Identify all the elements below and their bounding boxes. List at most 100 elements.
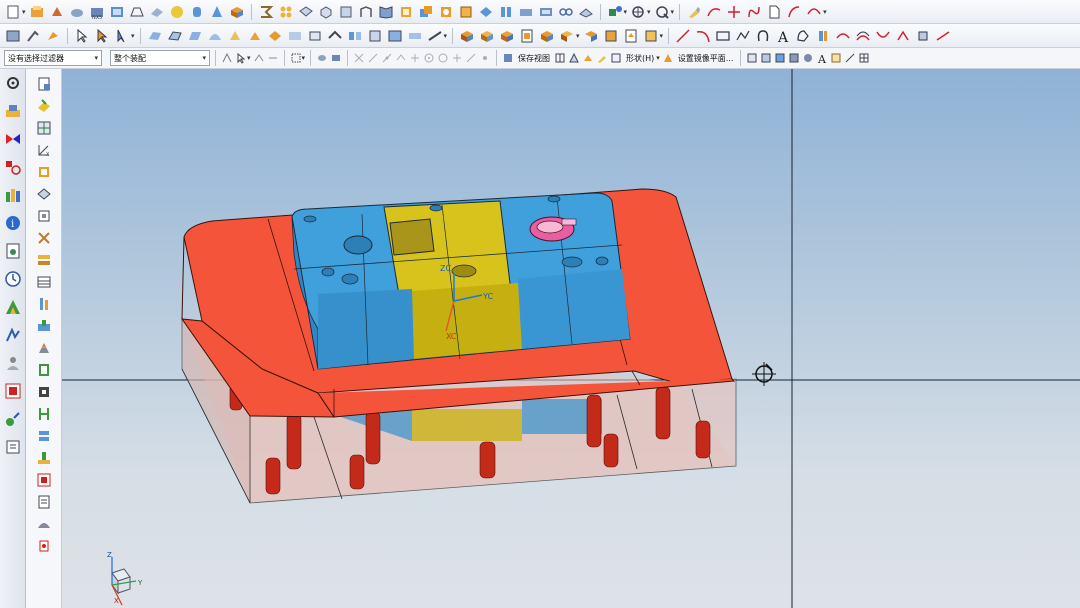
- palette-color-icon[interactable]: [3, 297, 23, 317]
- rectangle-select-icon[interactable]: [290, 52, 302, 64]
- ruled-icon[interactable]: [186, 27, 204, 45]
- spline-icon[interactable]: [745, 3, 763, 21]
- view-edit-icon[interactable]: [596, 52, 608, 64]
- view-section-icon[interactable]: [582, 52, 594, 64]
- wave-icon[interactable]: [93, 27, 111, 45]
- thicken-icon[interactable]: [246, 27, 264, 45]
- patch-icon[interactable]: [366, 27, 384, 45]
- combined-projection-icon[interactable]: [814, 27, 832, 45]
- face-icon[interactable]: [226, 27, 244, 45]
- snap-control-icon[interactable]: [395, 52, 407, 64]
- multi-cavity-icon[interactable]: [128, 3, 146, 21]
- sew-icon[interactable]: [386, 27, 404, 45]
- view-refresh-icon[interactable]: [610, 52, 622, 64]
- snap-line-icon[interactable]: [367, 52, 379, 64]
- snap-midpoint-icon[interactable]: [381, 52, 393, 64]
- split-body-icon[interactable]: [497, 3, 515, 21]
- display-grid-icon[interactable]: [746, 52, 758, 64]
- display-layer-icon[interactable]: [760, 52, 772, 64]
- surface-patch-icon[interactable]: [146, 27, 164, 45]
- parting-icon[interactable]: [24, 27, 42, 45]
- standard-part-icon[interactable]: [35, 273, 53, 291]
- snap-on-face-icon[interactable]: [479, 52, 491, 64]
- mold-drawing-icon[interactable]: [35, 515, 53, 533]
- offset-3d-icon[interactable]: [854, 27, 872, 45]
- view-layout-icon[interactable]: [554, 52, 566, 64]
- save-view-icon[interactable]: [502, 52, 514, 64]
- workpiece-palette-icon[interactable]: X: [35, 141, 53, 159]
- ejector-pin-icon[interactable]: [44, 27, 62, 45]
- text-icon[interactable]: A: [774, 27, 792, 45]
- document-icon[interactable]: [3, 437, 23, 457]
- shrinkage-icon[interactable]: [68, 3, 86, 21]
- mold-tools-7-icon[interactable]: [582, 27, 600, 45]
- system-materials-icon[interactable]: [3, 381, 23, 401]
- isoparametric-icon[interactable]: [874, 27, 892, 45]
- mold-init-icon[interactable]: [28, 3, 46, 21]
- slider-palette-icon[interactable]: [35, 317, 53, 335]
- workpiece-icon[interactable]: NX5: [88, 3, 106, 21]
- trim-body-icon[interactable]: [477, 3, 495, 21]
- display-edges-icon[interactable]: [788, 52, 800, 64]
- history-clock-icon[interactable]: [3, 269, 23, 289]
- extrude-icon[interactable]: [397, 3, 415, 21]
- snap-center-icon[interactable]: [423, 52, 435, 64]
- tools-icon[interactable]: [148, 3, 166, 21]
- info-icon[interactable]: i: [3, 213, 23, 233]
- mold-tools-4-icon[interactable]: [518, 27, 536, 45]
- cavity-layout-icon[interactable]: [108, 3, 126, 21]
- cylinder-icon[interactable]: [188, 3, 206, 21]
- reposition-icon[interactable]: [653, 3, 671, 21]
- arc-icon[interactable]: [694, 27, 712, 45]
- mold-tools-1-icon[interactable]: [458, 27, 476, 45]
- bounded-plane-icon[interactable]: [406, 27, 424, 45]
- mold-tools-5-icon[interactable]: [538, 27, 556, 45]
- mold-csys-palette-icon[interactable]: [35, 97, 53, 115]
- runner-icon[interactable]: [35, 383, 53, 401]
- select-feature-icon[interactable]: [235, 52, 247, 64]
- rectangle-icon[interactable]: [714, 27, 732, 45]
- trace-icon[interactable]: [914, 27, 932, 45]
- assembly-navigator-icon[interactable]: [3, 129, 23, 149]
- reference-icon[interactable]: [113, 27, 131, 45]
- sketch-icon[interactable]: [685, 3, 703, 21]
- book-icon[interactable]: [377, 3, 395, 21]
- parting-palette-icon[interactable]: [35, 229, 53, 247]
- family-mold-icon[interactable]: [35, 185, 53, 203]
- intersection-curve-icon[interactable]: [725, 3, 743, 21]
- layout-palette-icon[interactable]: [35, 163, 53, 181]
- constraint-navigator-icon[interactable]: [3, 157, 23, 177]
- unite-icon[interactable]: [437, 3, 455, 21]
- trim-mold-icon[interactable]: [35, 449, 53, 467]
- part-navigator-icon[interactable]: [3, 185, 23, 205]
- snap-on-curve-icon[interactable]: [465, 52, 477, 64]
- assembly-scope-dropdown[interactable]: 整个装配 ▾: [110, 50, 210, 66]
- select-face-icon[interactable]: [253, 52, 265, 64]
- trim-sheet-icon[interactable]: [306, 27, 324, 45]
- n-sided-icon[interactable]: [266, 27, 284, 45]
- offset-curve-icon[interactable]: [785, 3, 803, 21]
- annotation-box-icon[interactable]: [830, 52, 842, 64]
- blend-icon[interactable]: [317, 3, 335, 21]
- mold-tools-9-icon[interactable]: [622, 27, 640, 45]
- view-orient-icon[interactable]: [568, 52, 580, 64]
- analysis-icon[interactable]: [3, 325, 23, 345]
- snap-intersection-icon[interactable]: [409, 52, 421, 64]
- shape-menu[interactable]: 形状(H): [626, 53, 654, 64]
- helix-icon[interactable]: [754, 27, 772, 45]
- project-curve-icon[interactable]: [765, 3, 783, 21]
- measure-icon[interactable]: [844, 52, 856, 64]
- save-view-label[interactable]: 保存视图: [518, 53, 550, 64]
- parting-tools-icon[interactable]: [257, 3, 275, 21]
- snap-quadrant-icon[interactable]: [437, 52, 449, 64]
- sphere-icon[interactable]: [168, 3, 186, 21]
- pattern-icon[interactable]: [277, 3, 295, 21]
- pocket-icon[interactable]: [35, 471, 53, 489]
- stitch-icon[interactable]: [286, 27, 304, 45]
- selection-filter-dropdown[interactable]: 没有选择过滤器 ▾: [4, 50, 102, 66]
- mirror-plane-label[interactable]: 设置镜像平面...: [678, 53, 734, 64]
- shell-icon[interactable]: [297, 3, 315, 21]
- annotation-text-icon[interactable]: A: [816, 52, 828, 64]
- chain-icon[interactable]: [557, 3, 575, 21]
- simplify-curve-icon[interactable]: [934, 27, 952, 45]
